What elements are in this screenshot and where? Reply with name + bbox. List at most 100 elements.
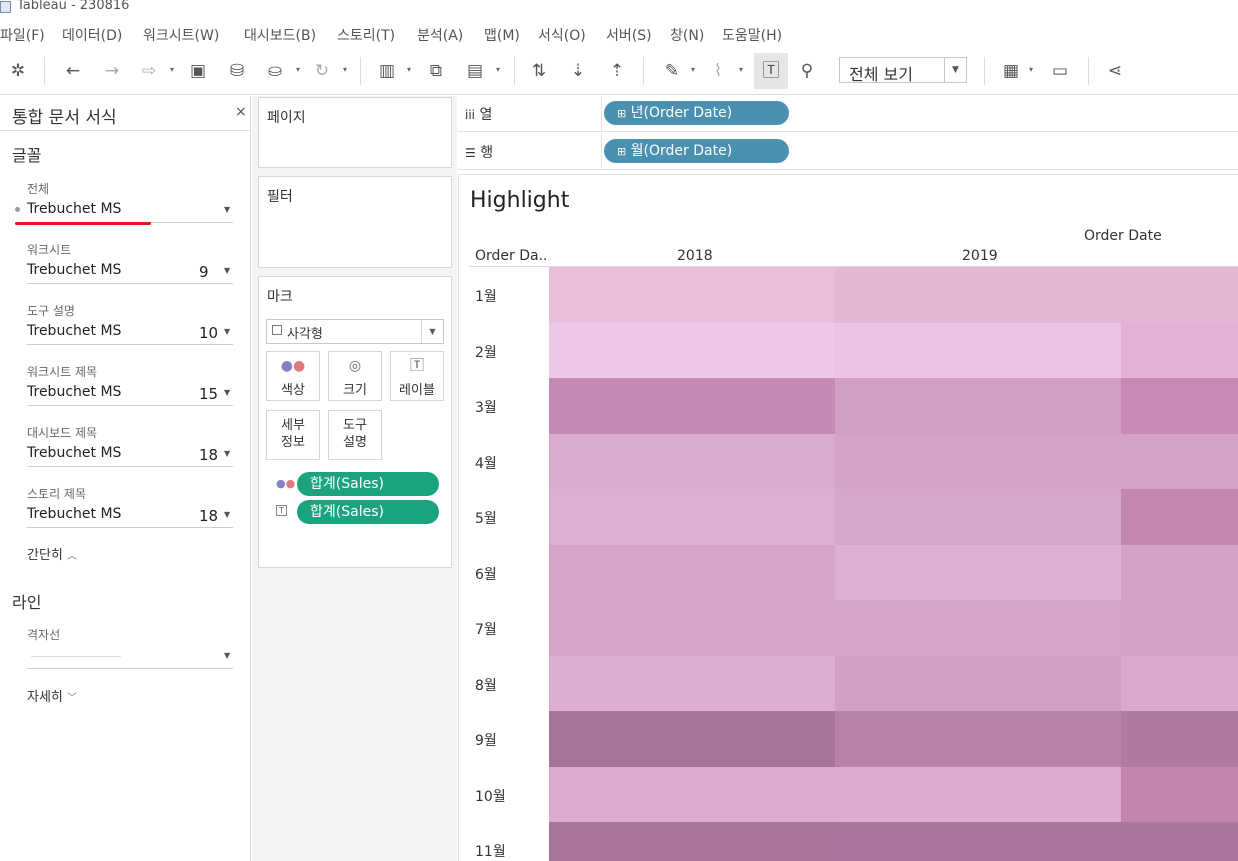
attach-icon[interactable]: ⌇ (707, 60, 729, 82)
new-worksheet-icon[interactable]: ▥ (376, 60, 398, 82)
chevron-down-icon[interactable]: ▼ (224, 510, 230, 519)
table-cell[interactable] (549, 322, 835, 379)
font-row-story-title[interactable]: 스토리 제목 Trebuchet MS 18 ▼ (27, 485, 233, 540)
sales-label-pill[interactable]: 합계(Sales) (297, 500, 439, 524)
chevron-down-icon[interactable]: ▼ (224, 205, 230, 214)
more-toggle[interactable]: 자세히 ﹀ (27, 686, 77, 705)
chevron-down-icon[interactable]: ▼ (224, 651, 230, 660)
font-family-value[interactable]: Trebuchet MS (27, 201, 121, 217)
menu-server[interactable]: 서버(S) (606, 25, 652, 45)
table-cell[interactable] (835, 600, 1121, 656)
highlight-icon[interactable]: ✎ (661, 60, 683, 82)
gridlines-row[interactable]: 격자선 ▼ (27, 626, 233, 681)
redo-icon[interactable]: ⇨ (138, 60, 160, 82)
sort-descending-icon[interactable]: ⇡ (606, 60, 628, 82)
row-header[interactable]: 9월 (475, 730, 497, 750)
table-cell[interactable] (835, 544, 1121, 601)
table-cell[interactable] (835, 378, 1121, 434)
new-worksheet-dropdown-icon[interactable]: ▾ (407, 66, 415, 74)
table-cell[interactable] (835, 711, 1121, 767)
font-row-tooltip[interactable]: 도구 설명 Trebuchet MS 10 ▼ (27, 302, 233, 357)
menu-data[interactable]: 데이터(D) (62, 25, 122, 45)
table-cell[interactable] (549, 489, 835, 545)
row-header[interactable]: 8월 (475, 675, 497, 695)
swap-rows-cols-icon[interactable]: ⇅ (528, 60, 550, 82)
chevron-down-icon[interactable]: ▼ (224, 266, 230, 275)
label-button[interactable]: 🅃 레이블 (390, 351, 444, 401)
menu-analysis[interactable]: 분석(A) (417, 25, 463, 45)
menu-help[interactable]: 도움말(H) (722, 25, 782, 45)
table-cell[interactable] (549, 822, 835, 861)
color-button[interactable]: ●● 색상 (266, 351, 320, 401)
filters-card[interactable]: 필터 (258, 176, 452, 268)
row-field-header[interactable]: Order Da.. (475, 248, 548, 264)
font-row-worksheet[interactable]: 워크시트 Trebuchet MS 9 ▼ (27, 241, 233, 296)
table-cell[interactable] (1121, 378, 1238, 434)
table-cell[interactable] (549, 766, 835, 823)
row-header[interactable]: 5월 (475, 508, 497, 528)
row-header[interactable]: 10월 (475, 786, 506, 806)
font-family-value[interactable]: Trebuchet MS (27, 262, 121, 278)
table-cell[interactable] (1121, 433, 1238, 490)
column-header-2019[interactable]: 2019 (962, 248, 998, 264)
columns-shelf[interactable]: iii 열 ⊞ 년(Order Date) (458, 96, 1238, 132)
font-size-value[interactable]: 15 (199, 385, 218, 403)
tooltip-button[interactable]: 도구 설명 (328, 410, 382, 460)
table-cell[interactable] (1121, 822, 1238, 861)
table-cell[interactable] (1121, 711, 1238, 767)
table-cell[interactable] (835, 267, 1121, 323)
sort-ascending-icon[interactable]: ⇣ (567, 60, 589, 82)
show-me-dropdown-icon[interactable]: ▾ (1029, 66, 1037, 74)
table-cell[interactable] (549, 433, 835, 490)
menu-window[interactable]: 창(N) (670, 25, 704, 45)
column-field-header[interactable]: Order Date (1084, 228, 1162, 244)
show-me-icon[interactable]: ▦ (1000, 60, 1022, 82)
table-cell[interactable] (835, 766, 1121, 823)
table-cell[interactable] (549, 267, 835, 323)
font-size-value[interactable]: 10 (199, 324, 218, 342)
row-header[interactable]: 6월 (475, 564, 497, 584)
row-header[interactable]: 4월 (475, 453, 497, 473)
pause-dropdown-icon[interactable]: ▾ (296, 66, 304, 74)
table-cell[interactable] (835, 322, 1121, 379)
font-size-value[interactable]: 18 (199, 446, 218, 464)
rows-shelf[interactable]: ☰ 행 ⊞ 월(Order Date) (458, 134, 1238, 170)
forward-icon[interactable]: → (101, 60, 123, 82)
font-family-value[interactable]: Trebuchet MS (27, 323, 121, 339)
new-datasource-icon[interactable]: ⛁ (226, 60, 248, 82)
font-size-value[interactable]: 9 (199, 263, 209, 281)
row-header[interactable]: 3월 (475, 397, 497, 417)
sales-color-pill[interactable]: 합계(Sales) (297, 472, 439, 496)
font-size-value[interactable]: 18 (199, 507, 218, 525)
chevron-down-icon[interactable]: ▼ (224, 449, 230, 458)
close-icon[interactable]: × (235, 104, 247, 120)
refresh-icon[interactable]: ↻ (311, 60, 333, 82)
pause-updates-icon[interactable]: ⛀ (264, 60, 286, 82)
font-family-value[interactable]: Trebuchet MS (27, 445, 121, 461)
row-header[interactable]: 11월 (475, 841, 506, 861)
refresh-dropdown-icon[interactable]: ▾ (343, 66, 351, 74)
tableau-logo-icon[interactable]: ✲ (7, 60, 29, 82)
font-row-worksheet-title[interactable]: 워크시트 제목 Trebuchet MS 15 ▼ (27, 363, 233, 418)
table-cell[interactable] (835, 489, 1121, 545)
pages-card[interactable]: 페이지 (258, 97, 452, 168)
presentation-icon[interactable]: ▭ (1049, 60, 1071, 82)
table-cell[interactable] (835, 822, 1121, 861)
clear-sheet-dropdown-icon[interactable]: ▾ (496, 66, 504, 74)
fit-select[interactable]: 전체 보기 ▼ (839, 57, 967, 84)
show-labels-icon[interactable]: 🅃 (754, 53, 788, 89)
table-cell[interactable] (1121, 267, 1238, 323)
table-cell[interactable] (549, 655, 835, 712)
column-header-2018[interactable]: 2018 (677, 248, 713, 264)
highlight-dropdown-icon[interactable]: ▾ (691, 66, 699, 74)
redo-dropdown-icon[interactable]: ▾ (170, 66, 178, 74)
share-icon[interactable]: ⋖ (1104, 60, 1126, 82)
year-order-date-pill[interactable]: ⊞ 년(Order Date) (604, 101, 789, 125)
row-header[interactable]: 7월 (475, 619, 497, 639)
save-icon[interactable]: ▣ (187, 60, 209, 82)
row-header[interactable]: 2월 (475, 342, 497, 362)
table-cell[interactable] (1121, 655, 1238, 712)
attach-dropdown-icon[interactable]: ▾ (739, 66, 747, 74)
table-cell[interactable] (835, 655, 1121, 712)
chevron-down-icon[interactable]: ▼ (944, 58, 966, 82)
